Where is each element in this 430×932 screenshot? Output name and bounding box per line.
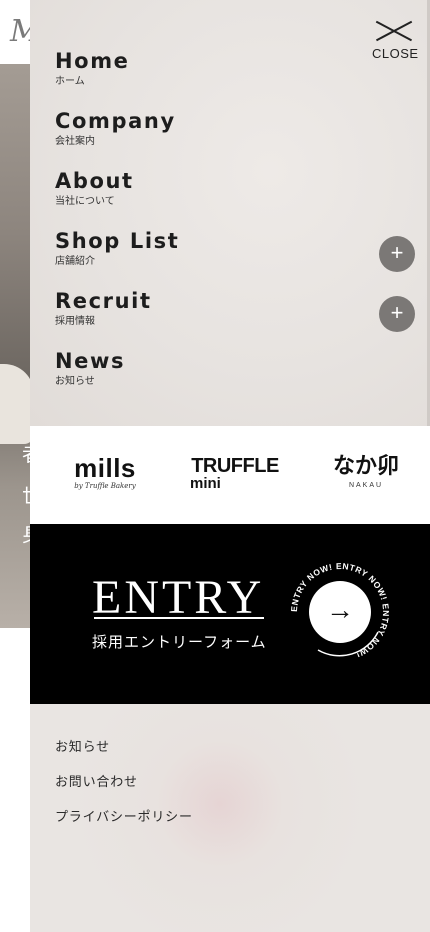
- nav-item-label: About: [55, 169, 134, 193]
- nav-item-company[interactable]: Company 会社案内: [55, 108, 415, 168]
- brand-tagline: mini: [190, 475, 221, 492]
- nav-item-label: Shop List: [55, 229, 180, 253]
- nav-item-news[interactable]: News お知らせ: [55, 348, 415, 408]
- brand-name: mills: [74, 453, 136, 483]
- nav-item-label: Home: [55, 49, 130, 73]
- entry-underline: [94, 617, 264, 619]
- nav-item-sublabel: ホーム: [55, 76, 85, 87]
- nav-item-recruit[interactable]: Recruit 採用情報 +: [55, 288, 415, 348]
- nav-item-sublabel: 店舗紹介: [55, 256, 95, 267]
- nav-item-sublabel: 会社案内: [55, 136, 95, 147]
- nav-item-sublabel: 採用情報: [55, 316, 95, 327]
- entry-subtitle: 採用エントリーフォーム: [92, 633, 267, 651]
- brand-tagline: NAKAU: [348, 482, 384, 489]
- brand-mills-logo[interactable]: mills by Truffle Bakery: [50, 426, 160, 524]
- footer-links: お知らせ お問い合わせ プライバシーポリシー: [55, 738, 193, 843]
- plus-icon: +: [390, 300, 404, 325]
- brand-tagline: by Truffle Bakery: [74, 482, 136, 490]
- nav-item-label: Recruit: [55, 289, 152, 313]
- nav-item-about[interactable]: About 当社について: [55, 168, 415, 228]
- arrow-right-icon: →: [309, 581, 371, 643]
- nav-item-label: News: [55, 349, 126, 373]
- drawer-footer: お知らせ お問い合わせ プライバシーポリシー: [30, 704, 430, 932]
- footer-link-news[interactable]: お知らせ: [55, 738, 193, 773]
- nav-item-shop-list[interactable]: Shop List 店舗紹介 +: [55, 228, 415, 288]
- expand-recruit-button[interactable]: +: [379, 296, 415, 332]
- footer-link-contact[interactable]: お問い合わせ: [55, 773, 193, 808]
- drawer-menu: CLOSE Home ホーム Company 会社案内 About 当社について…: [30, 0, 430, 932]
- nav-item-home[interactable]: Home ホーム: [55, 48, 415, 108]
- brand-name: なか卯: [332, 453, 399, 479]
- brand-truffle-mini-logo[interactable]: TRUFFLE mini: [180, 426, 290, 524]
- main-nav: Home ホーム Company 会社案内 About 当社について Shop …: [55, 48, 415, 408]
- nav-item-sublabel: 当社について: [55, 196, 115, 207]
- nav-item-sublabel: お知らせ: [55, 376, 95, 387]
- expand-shop-list-button[interactable]: +: [379, 236, 415, 272]
- entry-banner[interactable]: ENTRY 採用エントリーフォーム ENTRY NOW! ENTRY NOW! …: [30, 524, 430, 704]
- brand-nakau-logo[interactable]: なか卯 NAKAU: [316, 426, 416, 524]
- entry-now-badge[interactable]: ENTRY NOW! ENTRY NOW! ENTRY NOW! →: [288, 560, 392, 664]
- brand-name: TRUFFLE: [191, 455, 279, 477]
- close-icon: [374, 20, 414, 42]
- screen: M 者 世 身 CLOSE Home ホーム Company 会社案内 Abou…: [0, 0, 430, 932]
- nav-item-label: Company: [55, 109, 176, 133]
- footer-link-privacy[interactable]: プライバシーポリシー: [55, 808, 193, 843]
- hero-cap-shape: [0, 364, 34, 444]
- plus-icon: +: [390, 240, 404, 265]
- brand-logos: mills by Truffle Bakery TRUFFLE mini なか卯…: [30, 426, 430, 524]
